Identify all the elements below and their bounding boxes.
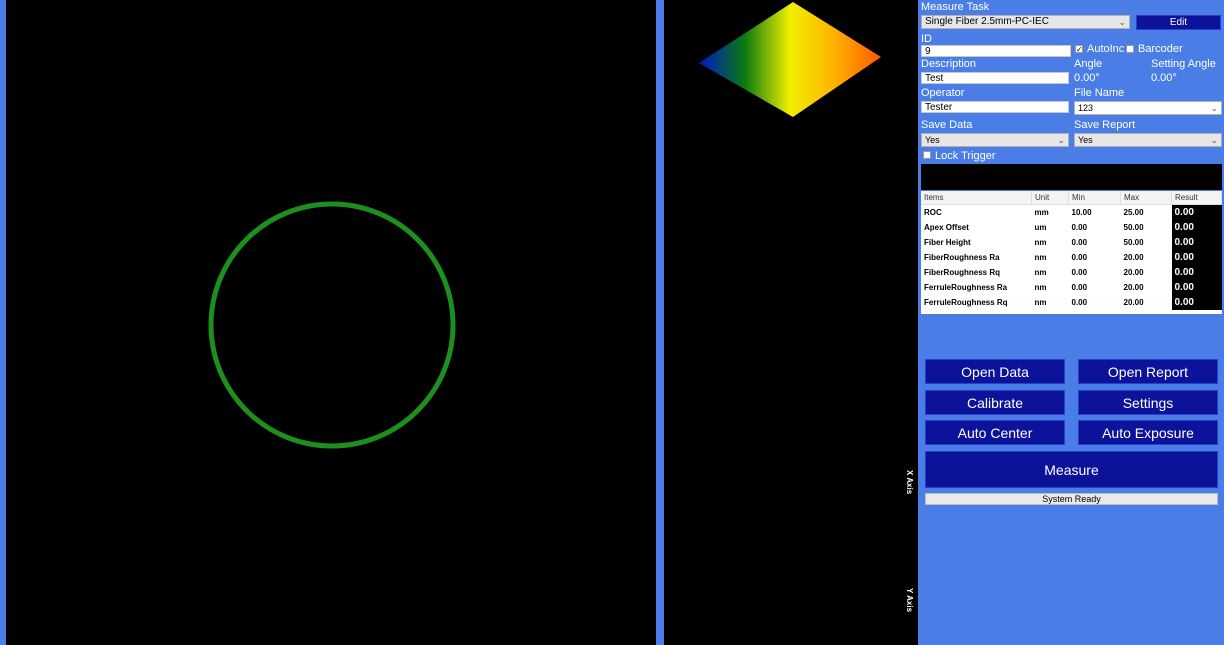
open-report-button[interactable]: Open Report [1078,359,1218,384]
table-row: ROC mm 10.00 25.00 0.00 [921,204,1222,220]
autoinc-label: AutoInc [1087,43,1125,55]
lock-trigger-checkbox[interactable] [923,151,931,159]
table-row: FerruleRoughness Rq nm 0.00 20.00 0.00 [921,295,1222,310]
result-value: 0.00 [1171,220,1222,235]
result-value: 0.00 [1171,265,1222,280]
setting-angle-label: Setting Angle [1151,58,1216,70]
angle-value: 0.00° [1074,72,1100,84]
lock-trigger-label: Lock Trigger [935,150,996,162]
calibrate-button[interactable]: Calibrate [925,390,1065,415]
autoinc-checkbox[interactable]: ✓ [1075,45,1083,54]
auto-center-button[interactable]: Auto Center [925,420,1065,445]
camera-view [6,0,656,645]
table-row: FerruleRoughness Ra nm 0.00 20.00 0.00 [921,280,1222,295]
measure-task-select[interactable]: Single Fiber 2.5mm-PC-IEC ⌄ [921,15,1130,29]
save-data-label: Save Data [921,119,973,131]
id-label: ID [921,33,932,45]
column-header-max: Max [1120,191,1172,205]
chevron-down-icon: ⌄ [1118,17,1126,27]
result-value: 0.00 [1171,295,1222,310]
description-field[interactable]: Test [921,72,1069,84]
result-value: 0.00 [1171,280,1222,295]
barcoder-checkbox[interactable] [1126,45,1134,53]
measure-button[interactable]: Measure [925,451,1218,488]
chevron-down-icon: ⌄ [1057,135,1065,145]
file-name-select[interactable]: 123 ⌄ [1074,101,1222,115]
operator-label: Operator [921,87,965,99]
open-data-button[interactable]: Open Data [925,359,1065,384]
column-header-unit: Unit [1031,191,1069,205]
id-field[interactable]: 9 [921,45,1071,57]
result-value: 0.00 [1171,204,1222,220]
settings-button[interactable]: Settings [1078,390,1218,415]
measure-task-label: Measure Task [921,1,990,13]
save-data-select[interactable]: Yes ⌄ [921,133,1069,147]
save-report-label: Save Report [1074,119,1136,131]
file-name-label: File Name [1074,87,1125,99]
surface-diamond [699,2,881,117]
angle-label: Angle [1074,58,1103,70]
description-label: Description [921,58,977,70]
chevron-down-icon: ⌄ [1210,103,1218,113]
fiber-circle [208,201,456,449]
barcoder-label: Barcoder [1138,43,1183,55]
auto-exposure-button[interactable]: Auto Exposure [1078,420,1218,445]
message-area [921,164,1222,190]
table-row: Fiber Height nm 0.00 50.00 0.00 [921,235,1222,250]
setting-angle-value: 0.00° [1151,72,1177,84]
column-header-items: Items [921,191,1032,205]
fiber-circle-overlay [208,201,456,449]
column-header-result: Result [1171,191,1222,205]
surface-3d-view: X Axis Y Axis [664,0,918,645]
table-row: FiberRoughness Ra nm 0.00 20.00 0.00 [921,250,1222,265]
y-axis-label: Y Axis [905,588,914,613]
result-value: 0.00 [1171,235,1222,250]
control-panel: Measure Task Single Fiber 2.5mm-PC-IEC ⌄… [918,0,1224,645]
table-row: FiberRoughness Rq nm 0.00 20.00 0.00 [921,265,1222,280]
operator-field[interactable]: Tester [921,101,1069,113]
column-header-min: Min [1068,191,1121,205]
surface-plot [699,2,881,117]
chevron-down-icon: ⌄ [1210,135,1218,145]
table-header-row: Items Unit Min Max Result [921,191,1222,205]
table-row: Apex Offset um 0.00 50.00 0.00 [921,220,1222,235]
result-value: 0.00 [1171,250,1222,265]
edit-button[interactable]: Edit [1136,15,1221,30]
x-axis-label: X Axis [905,470,914,495]
status-bar: System Ready [925,493,1218,505]
results-table: Items Unit Min Max Result ROC mm 10.00 25.0… [921,191,1222,314]
save-report-select[interactable]: Yes ⌄ [1074,133,1222,147]
